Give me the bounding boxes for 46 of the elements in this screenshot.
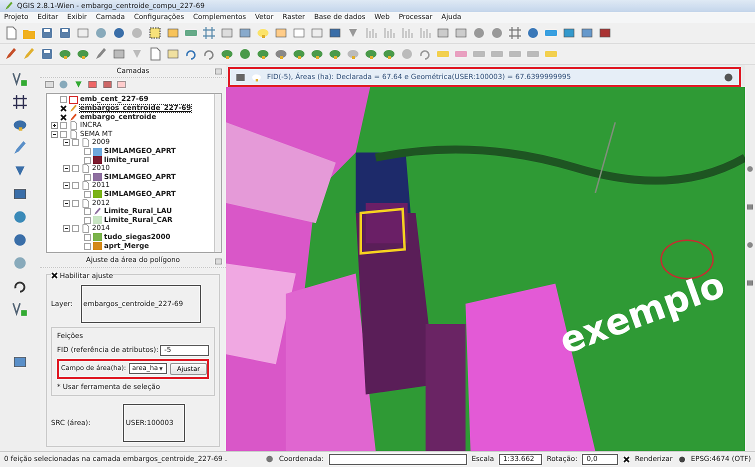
- measure-icon[interactable]: [382, 26, 396, 40]
- new-file-icon[interactable]: [4, 26, 18, 40]
- tool-icon[interactable]: [746, 279, 754, 287]
- save-as-icon[interactable]: [58, 26, 72, 40]
- checkbox[interactable]: [72, 200, 79, 207]
- checkbox[interactable]: [60, 96, 67, 104]
- tool-icon[interactable]: [746, 165, 754, 173]
- grid-icon[interactable]: [508, 26, 522, 40]
- pencil-icon[interactable]: [4, 47, 18, 61]
- tool-icon[interactable]: [746, 241, 754, 249]
- scroll-bar[interactable]: [214, 94, 221, 252]
- select-icon[interactable]: [148, 26, 162, 40]
- checkbox[interactable]: [84, 208, 91, 216]
- caret-icon: [158, 366, 164, 372]
- circle-annotation: [660, 240, 714, 280]
- checkbox[interactable]: [60, 105, 67, 112]
- coordinate-field[interactable]: [328, 454, 467, 464]
- checkbox[interactable]: [84, 174, 91, 181]
- checkbox[interactable]: [72, 182, 79, 190]
- layer-tree[interactable]: [46, 92, 222, 253]
- copy-icon[interactable]: [148, 47, 162, 61]
- measure-icon[interactable]: [400, 26, 414, 40]
- save-icon[interactable]: [40, 47, 54, 61]
- checkbox[interactable]: [84, 242, 91, 250]
- checkbox[interactable]: [84, 148, 91, 156]
- measure-icon[interactable]: [364, 26, 378, 40]
- save-icon[interactable]: [40, 26, 54, 40]
- checkbox[interactable]: [60, 130, 67, 138]
- tool-icon[interactable]: [746, 203, 754, 211]
- checkbox[interactable]: [84, 156, 91, 164]
- checkbox[interactable]: [84, 234, 91, 241]
- checkbox[interactable]: [84, 216, 91, 224]
- checkbox[interactable]: [60, 114, 67, 121]
- selected-polygon-outline: [359, 208, 406, 255]
- checkbox[interactable]: [622, 456, 630, 462]
- checkbox[interactable]: [72, 165, 79, 172]
- checkbox[interactable]: [84, 190, 91, 198]
- rotate-icon[interactable]: [418, 47, 432, 61]
- checkbox[interactable]: [72, 139, 79, 146]
- undo-icon[interactable]: [184, 47, 198, 61]
- redo-icon[interactable]: [202, 47, 216, 61]
- checkbox[interactable]: [72, 225, 79, 232]
- measure-icon[interactable]: [418, 26, 432, 40]
- road-line: [594, 122, 616, 194]
- checkbox[interactable]: [51, 272, 58, 280]
- checkbox[interactable]: [60, 122, 67, 130]
